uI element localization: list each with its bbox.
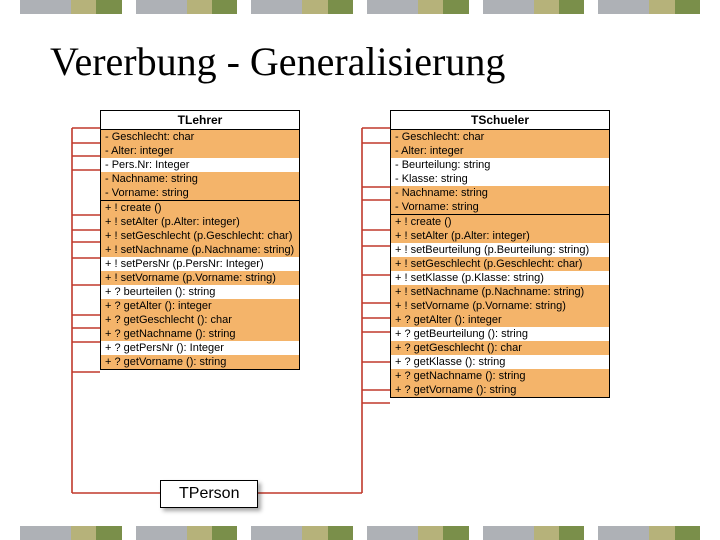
- uml-row: + ! setPersNr (p.PersNr: Integer): [101, 257, 299, 271]
- uml-row: + ? getAlter (): integer: [391, 313, 609, 327]
- uml-row: + ! setNachname (p.Nachname: string): [101, 243, 299, 257]
- uml-row: - Alter: integer: [391, 144, 609, 158]
- uml-row: + ! setNachname (p.Nachname: string): [391, 285, 609, 299]
- bottom-decor: [0, 526, 720, 540]
- uml-row: - Nachname: string: [101, 172, 299, 186]
- uml-row: - Pers.Nr: Integer: [101, 158, 299, 172]
- uml-row: + ! setGeschlecht (p.Geschlecht: char): [391, 257, 609, 271]
- uml-row: + ! create (): [391, 215, 609, 229]
- uml-row: + ? getGeschlecht (): char: [391, 341, 609, 355]
- uml-row: + ? getAlter (): integer: [101, 299, 299, 313]
- uml-row: + ? getPersNr (): Integer: [101, 341, 299, 355]
- uml-row: + ! setKlasse (p.Klasse: string): [391, 271, 609, 285]
- uml-row: + ? getKlasse (): string: [391, 355, 609, 369]
- uml-row: + ! setAlter (p.Alter: integer): [101, 215, 299, 229]
- class-name: TLehrer: [101, 111, 299, 130]
- uml-row: + ! setVorname (p.Vorname: string): [101, 271, 299, 285]
- uml-row: - Geschlecht: char: [391, 130, 609, 144]
- uml-row: + ! setGeschlecht (p.Geschlecht: char): [101, 229, 299, 243]
- uml-row: + ? beurteilen (): string: [101, 285, 299, 299]
- page-title: Vererbung - Generalisierung: [50, 38, 505, 85]
- uml-row: + ? getBeurteilung (): string: [391, 327, 609, 341]
- uml-row: + ? getVorname (): string: [101, 355, 299, 369]
- uml-row: - Klasse: string: [391, 172, 609, 186]
- uml-row: + ? getVorname (): string: [391, 383, 609, 397]
- uml-row: - Geschlecht: char: [101, 130, 299, 144]
- uml-row: + ! setBeurteilung (p.Beurteilung: strin…: [391, 243, 609, 257]
- uml-row: + ! create (): [101, 201, 299, 215]
- uml-class-tlehrer: TLehrer - Geschlecht: char- Alter: integ…: [100, 110, 300, 370]
- uml-row: + ? getNachname (): string: [391, 369, 609, 383]
- uml-row: - Alter: integer: [101, 144, 299, 158]
- uml-row: - Beurteilung: string: [391, 158, 609, 172]
- uml-class-tschueler: TSchueler - Geschlecht: char- Alter: int…: [390, 110, 610, 398]
- uml-row: - Vorname: string: [391, 200, 609, 214]
- uml-row: - Vorname: string: [101, 186, 299, 200]
- uml-row: + ? getGeschlecht (): char: [101, 313, 299, 327]
- class-name: TSchueler: [391, 111, 609, 130]
- uml-row: - Nachname: string: [391, 186, 609, 200]
- uml-row: + ! setVorname (p.Vorname: string): [391, 299, 609, 313]
- uml-row: + ? getNachname (): string: [101, 327, 299, 341]
- uml-row: + ! setAlter (p.Alter: integer): [391, 229, 609, 243]
- tperson-label: TPerson: [160, 480, 258, 508]
- top-decor: [0, 0, 720, 14]
